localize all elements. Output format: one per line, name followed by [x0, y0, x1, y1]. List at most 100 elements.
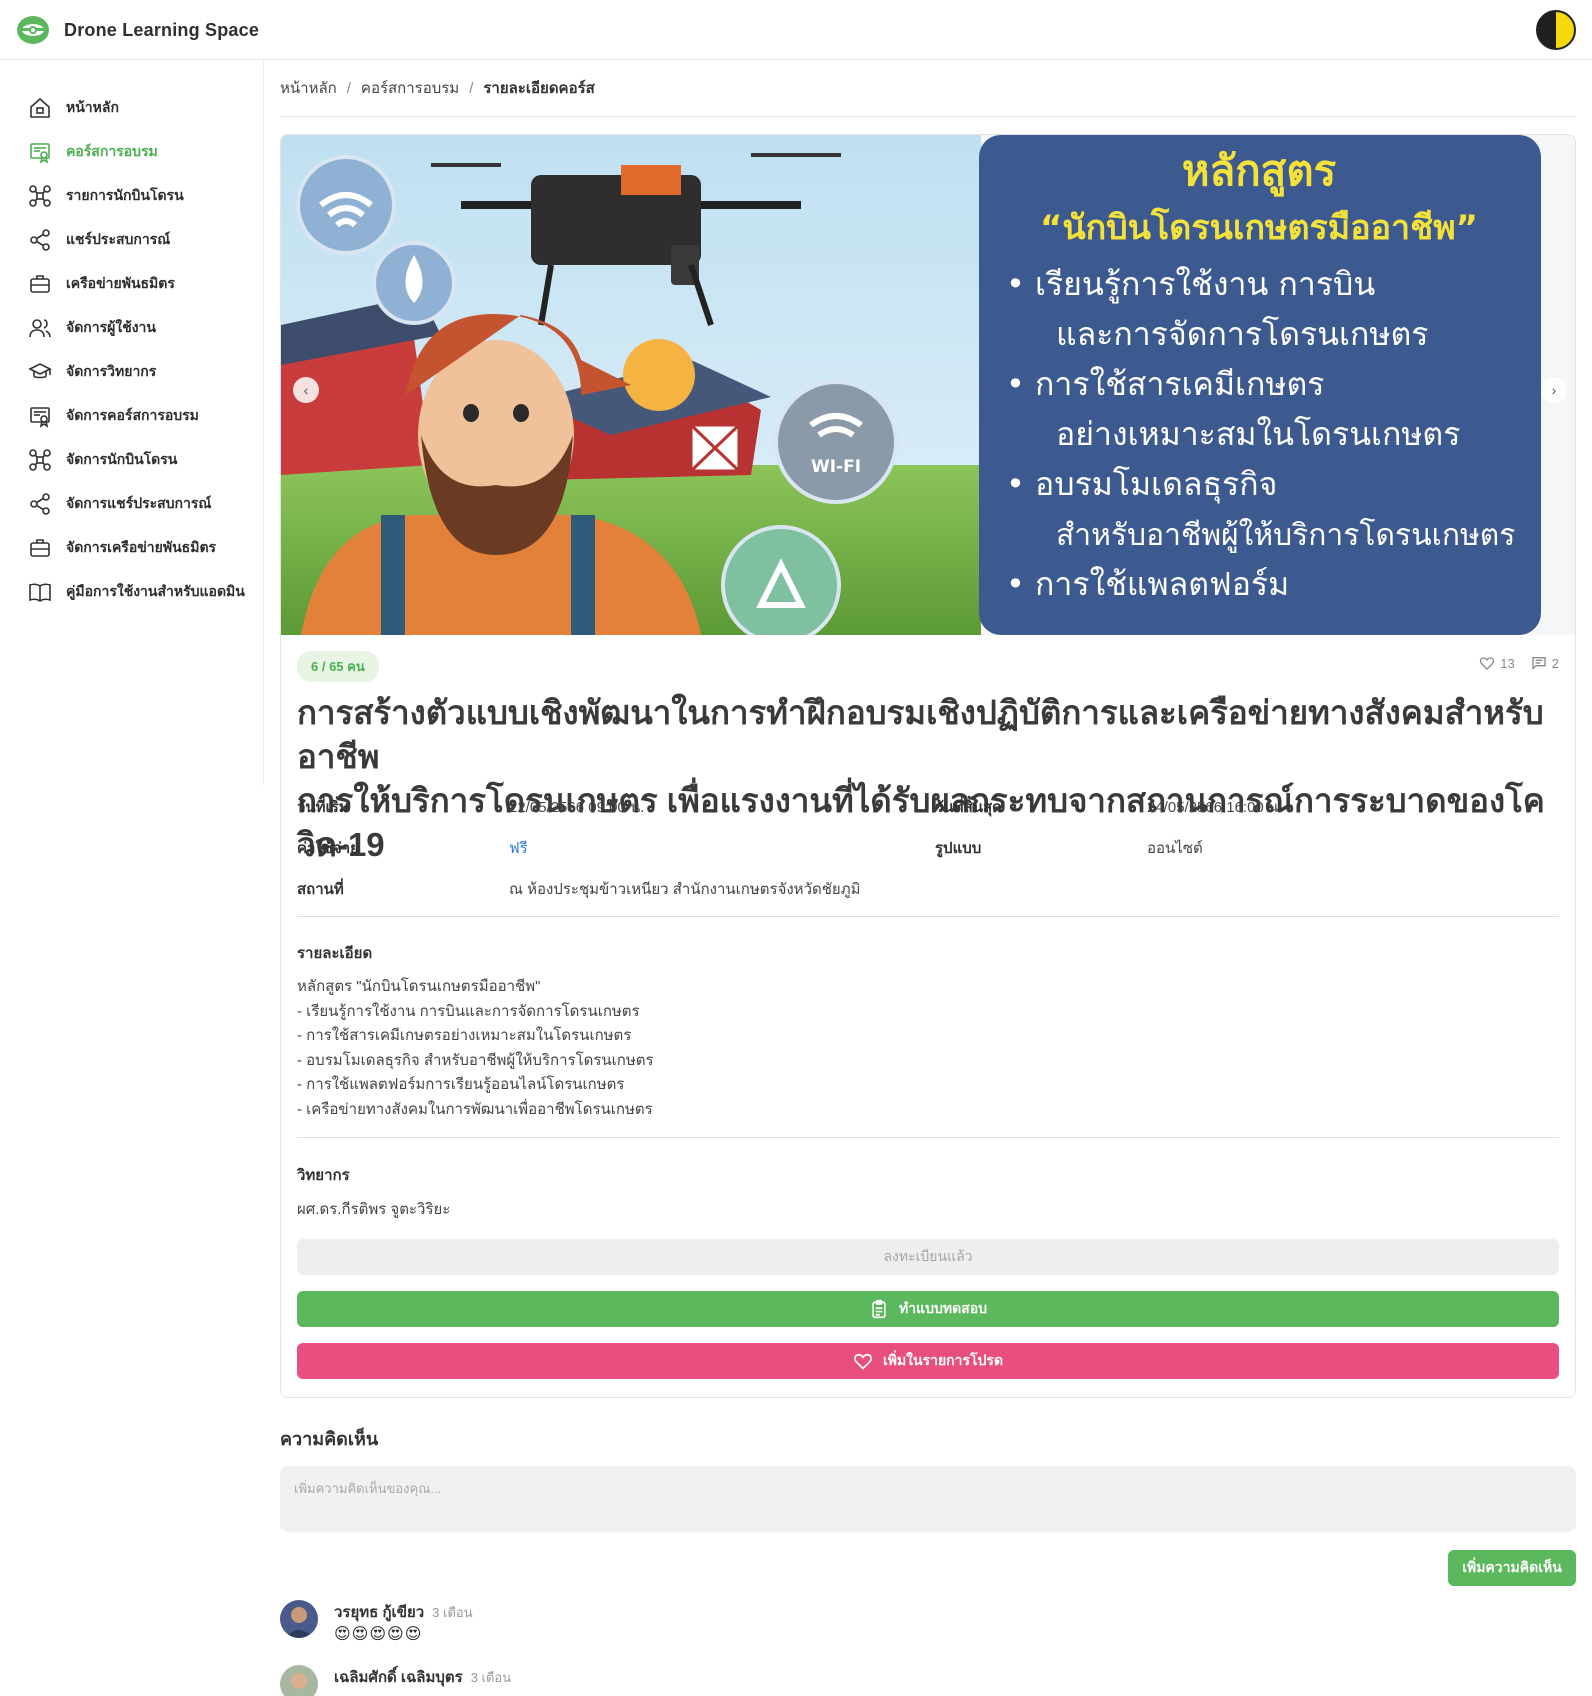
banner-line: และการจัดการโดรนเกษตร [1056, 315, 1428, 353]
sidebar-item-manage-users[interactable]: จัดการผู้ใช้งาน [0, 306, 263, 350]
sidebar-item-manage-courses[interactable]: จัดการคอร์สการอบรม [0, 394, 263, 438]
sidebar-item-label: จัดการเครือข่ายพันธมิตร [66, 539, 217, 555]
sidebar-item-label: เครือข่ายพันธมิตร [66, 275, 175, 291]
top-bar: Drone Learning Space [0, 0, 1592, 60]
theme-toggle-button[interactable] [1536, 10, 1576, 50]
sidebar-item-admin-manual[interactable]: คู่มือการใช้งานสำหรับแอดมิน [0, 570, 263, 614]
briefcase-icon [30, 275, 50, 293]
carousel-next-button[interactable]: › [1541, 377, 1567, 403]
clipboard-icon [872, 1299, 886, 1319]
add-comment-button[interactable]: เพิ่มความคิดเห็น [1448, 1550, 1576, 1586]
course-meta-row: 6 / 65 คน 13 2 [297, 651, 1559, 682]
sidebar-item-manage-share-experience[interactable]: จัดการแชร์ประสบการณ์ [0, 482, 263, 526]
breadcrumb-courses[interactable]: คอร์สการอบรม [361, 76, 459, 100]
banner-image: WI-FI หลักสูตร “นักบินโดรนเกษตรมืออาชีพ”… [281, 135, 1575, 635]
avatar-image [280, 1600, 318, 1638]
take-quiz-button[interactable]: ทำแบบทดสอบ [297, 1291, 1559, 1327]
banner-wifi-text: WI-FI [811, 457, 861, 477]
description-line: - การใช้สารเคมีเกษตรอย่างเหมาะสมในโดรนเก… [297, 1027, 632, 1045]
banner-line: • การใช้แพลตฟอร์ม [1006, 565, 1289, 603]
sidebar-item-courses[interactable]: คอร์สการอบรม [0, 130, 263, 174]
app-title: Drone Learning Space [64, 19, 260, 40]
location-label: สถานที่ [297, 881, 344, 898]
comment-icon [1532, 657, 1546, 670]
sidebar-item-home[interactable]: หน้าหลัก [0, 86, 263, 130]
add-comment-label: เพิ่มความคิดเห็น [1462, 1559, 1562, 1575]
comments-heading: ความคิดเห็น [280, 1429, 379, 1449]
description-line: หลักสูตร "นักบินโดรนเกษตรมืออาชีพ" [297, 978, 541, 995]
comment-author: วรยุทธ กู้เขียว 3 เดือน [334, 1600, 473, 1624]
divider [297, 916, 1559, 917]
course-title-line: การสร้างตัวแบบเชิงพัฒนาในการทำฝึกอบรมเชิ… [297, 694, 1544, 775]
avatar[interactable] [280, 1600, 318, 1638]
sidebar-item-manage-partners[interactable]: จัดการเครือข่ายพันธมิตร [0, 526, 263, 570]
comment-input[interactable] [280, 1466, 1576, 1532]
breadcrumb: หน้าหลัก / คอร์สการอบรม / รายละเอียดคอร์… [280, 60, 1576, 117]
registered-button[interactable]: ลงทะเบียนแล้ว [297, 1239, 1559, 1275]
heart-icon [1480, 657, 1495, 670]
comment-count: 2 [1551, 655, 1559, 671]
sidebar: หน้าหลัก คอร์สการอบรม รายการนักบินโดรน แ… [0, 60, 264, 785]
breadcrumb-separator: / [346, 79, 351, 97]
sidebar-item-drone-pilots[interactable]: รายการนักบินโดรน [0, 174, 263, 218]
sidebar-item-label: หน้าหลัก [66, 99, 119, 115]
description-line: - อบรมโมเดลธุรกิจ สำหรับอาชีพผู้ให้บริกา… [297, 1051, 654, 1069]
info-row-dates: วันที่เริ่ม 22/05/2566 09:00 น. วันที่สิ… [297, 795, 1559, 836]
sidebar-item-share-experience[interactable]: แชร์ประสบการณ์ [0, 218, 263, 262]
divider [297, 1137, 1559, 1138]
avatar[interactable] [280, 1665, 318, 1696]
share-icon [30, 493, 50, 515]
sidebar-item-partners[interactable]: เครือข่ายพันธมิตร [0, 262, 263, 306]
banner-line: อย่างเหมาะสมในโดรนเกษตร [1056, 415, 1460, 453]
format-value: ออนไซต์ [1147, 840, 1203, 857]
like-stat[interactable]: 13 [1479, 655, 1515, 671]
banner-line: สำหรับอาชีพผู้ให้บริการโดรนเกษตร [1056, 517, 1515, 553]
course-description: หลักสูตร "นักบินโดรนเกษตรมืออาชีพ" - เรี… [297, 975, 1197, 1123]
share-icon [30, 229, 50, 251]
start-date-value: 22/05/2566 09:00 น. [509, 799, 645, 816]
avatar-image [280, 1665, 318, 1696]
comment-author-name[interactable]: เฉลิมศักดิ์ เฉลิมบุตร [334, 1669, 463, 1686]
briefcase-icon [30, 539, 50, 557]
breadcrumb-current: รายละเอียดคอร์ส [483, 80, 595, 97]
breadcrumb-separator: / [469, 79, 474, 97]
banner-heading: หลักสูตร [1182, 146, 1337, 197]
speaker-name: ผศ.ดร.กีรติพร จูตะวิริยะ [297, 1201, 451, 1218]
location-value: ณ ห้องประชุมข้าวเหนียว สำนักงานเกษตรจังห… [509, 881, 861, 898]
sidebar-item-manage-speakers[interactable]: จัดการวิทยากร [0, 350, 263, 394]
course-stats: 13 2 [1479, 655, 1559, 671]
drone-icon [29, 185, 51, 207]
breadcrumb-home[interactable]: หน้าหลัก [280, 76, 337, 100]
add-favorite-button[interactable]: เพิ่มในรายการโปรด [297, 1343, 1559, 1379]
format-label: รูปแบบ [935, 840, 982, 857]
course-info: วันที่เริ่ม 22/05/2566 09:00 น. วันที่สิ… [297, 795, 1559, 918]
sidebar-item-label: จัดการนักบินโดรน [66, 451, 178, 467]
sidebar-item-label: จัดการคอร์สการอบรม [66, 407, 199, 423]
carousel-prev-button[interactable]: ‹ [293, 377, 319, 403]
comment-time: 3 เดือน [432, 1605, 473, 1620]
start-date-label: วันที่เริ่ม [297, 799, 349, 816]
comment-text: 😍😍😍😍😍 [334, 1626, 423, 1643]
brand[interactable]: Drone Learning Space [16, 13, 259, 47]
registered-button-label: ลงทะเบียนแล้ว [883, 1248, 973, 1264]
logo-icon [17, 16, 49, 44]
comment-author-name[interactable]: วรยุทธ กู้เขียว [334, 1604, 424, 1621]
home-icon [30, 97, 50, 118]
cost-label: ค่าใช้จ่าย [297, 840, 359, 857]
end-date-value: 24/05/2566 16:00 น. [1147, 799, 1283, 816]
comment-author: เฉลิมศักดิ์ เฉลิมบุตร 3 เดือน [334, 1665, 511, 1689]
drone-icon [29, 449, 51, 471]
sidebar-item-label: คู่มือการใช้งานสำหรับแอดมิน [66, 583, 245, 599]
sidebar-item-label: จัดการแชร์ประสบการณ์ [66, 495, 212, 511]
banner-line: • การใช้สารเคมีเกษตร [1006, 365, 1324, 403]
end-date-label: วันที่สิ้นสุด [935, 799, 1002, 816]
comment-stat[interactable]: 2 [1531, 655, 1559, 671]
sidebar-item-label: รายการนักบินโดรน [66, 187, 184, 203]
sidebar-item-label: จัดการวิทยากร [66, 363, 157, 379]
sidebar-item-manage-drone-pilots[interactable]: จัดการนักบินโดรน [0, 438, 263, 482]
heart-icon [854, 1353, 872, 1370]
users-icon [29, 319, 51, 338]
seats-badge: 6 / 65 คน [297, 651, 379, 682]
cost-value: ฟรี [509, 840, 528, 857]
main-content: หน้าหลัก / คอร์สการอบรม / รายละเอียดคอร์… [280, 60, 1576, 1696]
